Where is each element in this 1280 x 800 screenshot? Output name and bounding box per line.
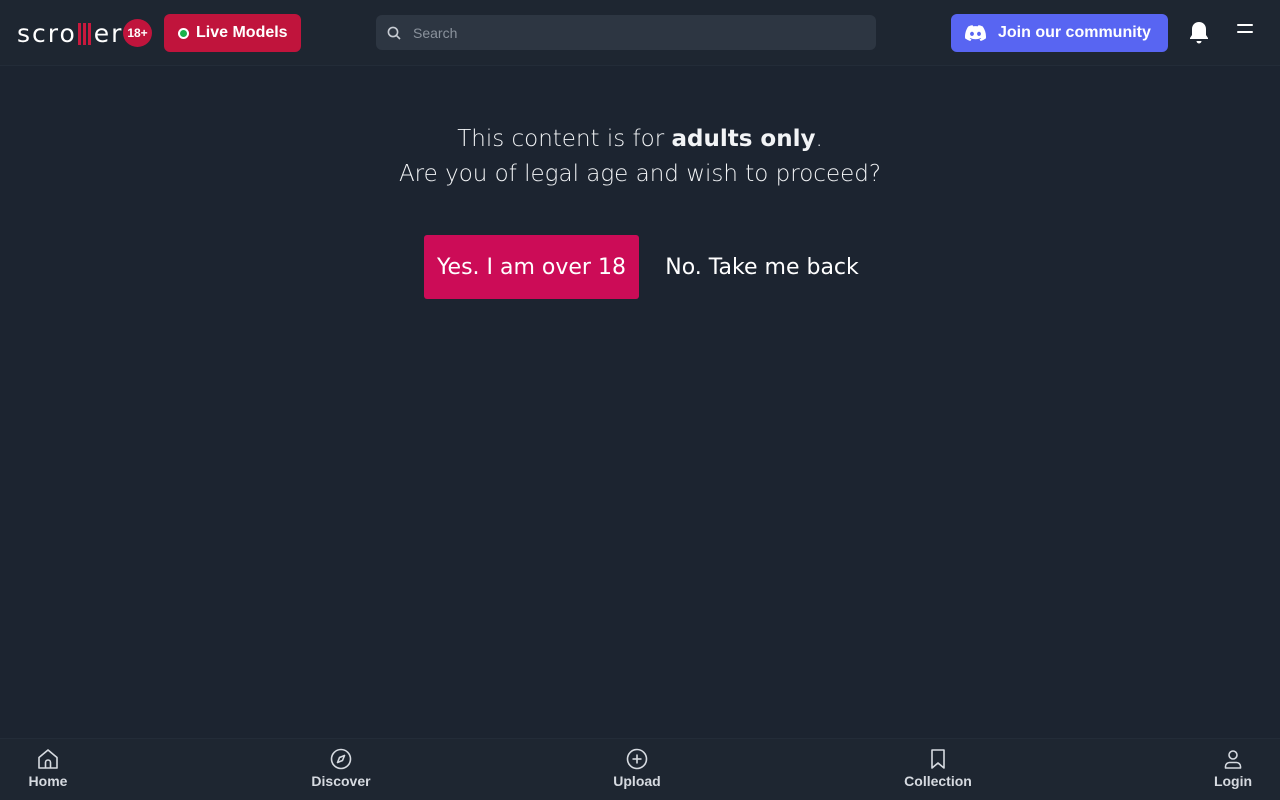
bookmark-icon <box>931 749 945 769</box>
nav-login[interactable]: Login <box>1183 747 1280 790</box>
age-gate-message: This content is for adults only. Are you… <box>0 122 1280 192</box>
menu-icon[interactable] <box>1237 24 1257 42</box>
age-badge: 18+ <box>123 19 152 47</box>
live-models-label: Live Models <box>196 24 288 41</box>
logo-bars-icon <box>77 23 91 45</box>
discord-icon <box>965 25 986 41</box>
join-community-button[interactable]: Join our community <box>951 14 1168 52</box>
join-community-label: Join our community <box>998 24 1151 41</box>
nav-home[interactable]: Home <box>0 747 98 790</box>
user-icon <box>1224 750 1242 769</box>
bottom-nav: Home Discover Upload Collection Login <box>0 738 1280 800</box>
search-icon <box>387 26 401 40</box>
logo-text-right: er <box>93 19 124 48</box>
home-icon <box>38 749 58 769</box>
age-gate-emphasis: adults only <box>671 126 816 152</box>
nav-upload[interactable]: Upload <box>587 747 687 790</box>
search-input[interactable] <box>413 24 853 41</box>
scroller-logo[interactable]: scro er <box>17 20 123 48</box>
age-gate-line-1: This content is for adults only. <box>0 122 1280 157</box>
nav-collection-label: Collection <box>904 773 972 789</box>
age-gate-line-2: Are you of legal age and wish to proceed… <box>398 161 882 187</box>
search-bar[interactable] <box>376 15 876 50</box>
compass-icon <box>330 748 352 770</box>
nav-login-label: Login <box>1213 773 1253 789</box>
confirm-age-button[interactable]: Yes. I am over 18 <box>424 235 639 299</box>
nav-home-label: Home <box>28 773 68 789</box>
nav-upload-label: Upload <box>613 773 661 789</box>
logo-text-left: scro <box>17 19 77 48</box>
plus-circle-icon <box>626 748 648 770</box>
decline-age-button[interactable]: No. Take me back <box>661 235 863 299</box>
nav-discover-label: Discover <box>311 773 371 789</box>
notifications-bell-icon[interactable] <box>1187 20 1211 46</box>
nav-collection[interactable]: Collection <box>888 747 988 790</box>
live-status-icon <box>178 27 189 39</box>
age-gate-line-1-suffix: . <box>815 126 823 152</box>
live-models-button[interactable]: Live Models <box>164 14 301 52</box>
nav-discover[interactable]: Discover <box>291 747 391 790</box>
age-gate-line-1-prefix: This content is for <box>457 126 672 152</box>
top-bar: scro er 18+ Live Models Join our communi… <box>0 0 1280 66</box>
